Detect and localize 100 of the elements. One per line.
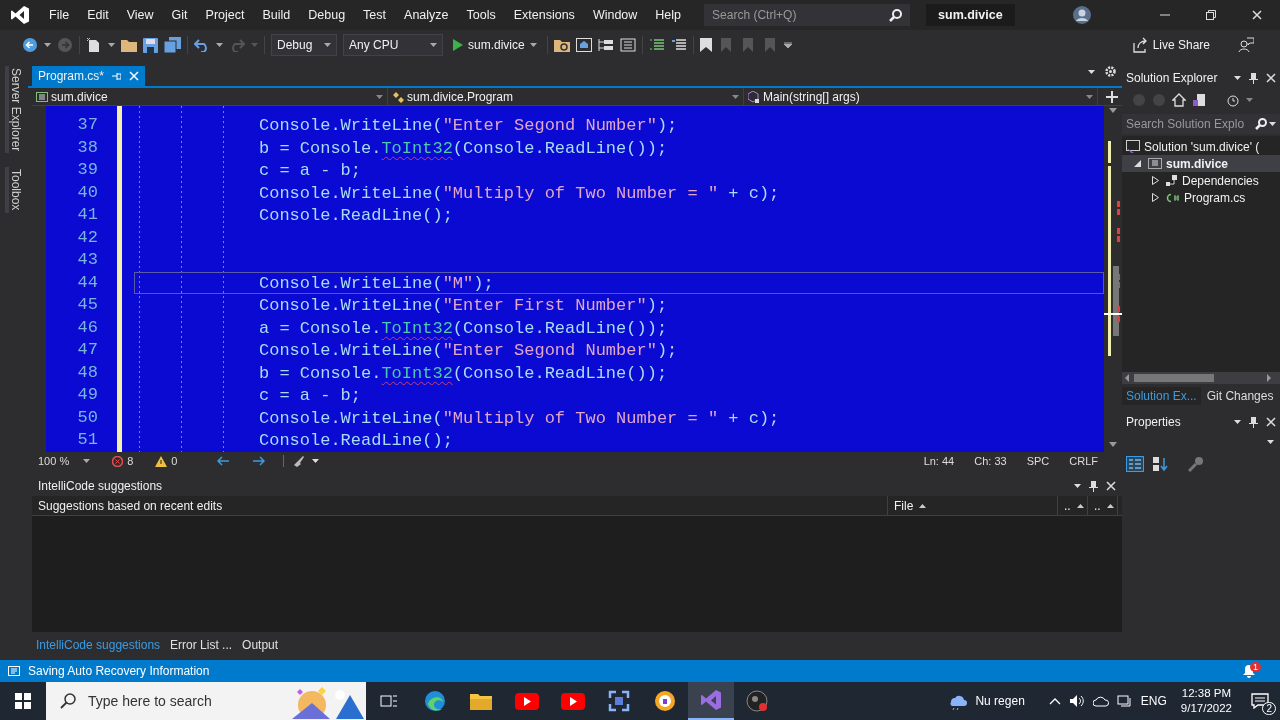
cursor-status[interactable]: Ch: 33 [968, 455, 1013, 467]
caret-icon[interactable] [44, 43, 51, 47]
start-button[interactable]: sum.divice [449, 34, 541, 56]
comment-lines-icon[interactable] [648, 38, 665, 52]
tray-expand-icon[interactable] [1048, 697, 1061, 705]
volume-icon[interactable] [1068, 694, 1085, 708]
overflow-icon[interactable] [783, 42, 792, 48]
expanded-arrow-icon[interactable] [1134, 160, 1141, 167]
save-all-icon[interactable] [164, 37, 181, 53]
menu-item[interactable]: Window [583, 8, 647, 22]
tree-view-icon[interactable] [597, 38, 614, 52]
menu-item[interactable]: Build [253, 8, 300, 22]
column-header[interactable]: .. [1058, 495, 1088, 516]
navigation-dropdown[interactable]: sum.divice [32, 88, 388, 105]
close-icon[interactable] [1266, 417, 1276, 427]
caret-icon[interactable] [430, 43, 437, 47]
close-icon[interactable] [1106, 481, 1116, 491]
clock[interactable]: 12:38 PM 9/17/2022 [1172, 686, 1240, 716]
caret-icon[interactable] [529, 43, 537, 47]
bookmark-icon[interactable] [699, 38, 712, 52]
alphabetical-icon[interactable] [1152, 456, 1168, 472]
restore-icon[interactable] [1206, 10, 1216, 20]
collapsed-arrow-icon[interactable] [1152, 176, 1159, 185]
zoom-dropdown[interactable]: 100 % [32, 455, 76, 467]
configuration-dropdown[interactable]: Debug [271, 34, 337, 56]
warning-count[interactable]: 0 [171, 455, 178, 467]
task-view-icon[interactable] [380, 693, 398, 709]
menu-item[interactable]: Test [354, 8, 396, 22]
caret-icon[interactable] [1234, 420, 1241, 424]
menu-item[interactable]: View [117, 8, 163, 22]
settings-icon[interactable] [1105, 66, 1116, 77]
media-recorder-icon[interactable] [746, 690, 768, 712]
folder-icon[interactable] [470, 692, 492, 710]
weather-text[interactable]: Nu regen [975, 694, 1025, 708]
panel-tab[interactable]: Git Changes [1202, 387, 1278, 405]
windows-logo-icon[interactable] [15, 693, 31, 709]
menu-item[interactable]: Edit [78, 8, 118, 22]
object-dropdown-arrow-icon[interactable] [1267, 440, 1274, 444]
pin-icon[interactable] [1249, 416, 1258, 428]
menu-item[interactable]: Help [646, 8, 691, 22]
pin-icon[interactable] [1249, 72, 1258, 84]
collapse-icon[interactable] [619, 38, 636, 52]
close-icon[interactable] [1252, 10, 1262, 20]
menu-item[interactable]: Extensions [504, 8, 584, 22]
cursor-status[interactable]: Ln: 44 [917, 455, 961, 467]
shield-icon[interactable] [654, 690, 676, 712]
menu-item[interactable]: Project [196, 8, 254, 22]
menu-item[interactable]: Analyze [395, 8, 458, 22]
caret-icon[interactable] [1074, 484, 1081, 488]
menu-item[interactable]: Git [162, 8, 197, 22]
caret-icon[interactable] [312, 459, 320, 463]
pin-icon[interactable] [1089, 480, 1098, 492]
video-play-icon[interactable] [561, 692, 585, 710]
panel-tab[interactable]: Solution Ex... [1122, 387, 1201, 405]
side-tab[interactable]: Toolbox [5, 167, 23, 213]
undo-icon[interactable] [194, 38, 210, 52]
feedback-icon[interactable] [1238, 37, 1254, 53]
home-icon[interactable] [1172, 93, 1186, 107]
column-header[interactable]: Suggestions based on recent edits [32, 495, 888, 516]
cloud-icon[interactable] [1092, 695, 1109, 707]
side-tab[interactable]: Server Explorer [5, 66, 23, 154]
platform-dropdown[interactable]: Any CPU [343, 34, 443, 56]
close-icon[interactable] [1266, 73, 1276, 83]
caret-icon[interactable] [1234, 76, 1241, 80]
column-header[interactable]: .. [1088, 495, 1118, 516]
caret-icon[interactable] [83, 459, 91, 463]
caret-icon[interactable] [324, 43, 331, 47]
menu-item[interactable]: File [40, 8, 79, 22]
cursor-status[interactable]: CRLF [1063, 455, 1104, 467]
menu-item[interactable]: Tools [457, 8, 505, 22]
search-icon[interactable] [1255, 118, 1267, 130]
navigation-dropdown[interactable]: Main(string[] args) [744, 88, 1098, 105]
folder-icon[interactable] [121, 38, 137, 52]
brush-icon[interactable] [292, 455, 305, 467]
live-share-button[interactable]: Live Share [1127, 34, 1214, 56]
cursor-status[interactable]: SPC [1020, 455, 1056, 467]
tree-item[interactable]: sum.divice [1122, 155, 1280, 172]
collapsed-arrow-icon[interactable] [1152, 193, 1159, 202]
browser-icon[interactable] [424, 690, 446, 712]
caret-icon[interactable] [108, 43, 115, 47]
caret-icon[interactable] [1088, 69, 1095, 74]
tree-item[interactable]: Solution 'sum.divice' ( [1122, 138, 1280, 155]
navigation-dropdown[interactable]: sum.divice.Program [388, 88, 744, 105]
screen-capture-icon[interactable] [608, 690, 630, 712]
caret-icon[interactable] [216, 43, 223, 47]
categorized-icon[interactable] [1126, 456, 1144, 472]
search-field[interactable]: Search (Ctrl+Q) [704, 4, 911, 26]
switch-views-icon[interactable] [1192, 93, 1206, 107]
property-pages-icon[interactable] [1188, 456, 1204, 472]
panel-tab[interactable]: Output [238, 638, 283, 652]
network-icon[interactable] [1116, 694, 1133, 708]
panel-tab[interactable]: Error List ... [166, 638, 237, 652]
tree-item[interactable]: Dependencies [1122, 172, 1280, 189]
browser-window-icon[interactable] [575, 38, 592, 52]
caret-icon[interactable] [1269, 122, 1276, 126]
find-in-files-icon[interactable] [553, 38, 570, 52]
user-avatar-icon[interactable] [1072, 5, 1092, 25]
menu-item[interactable]: Debug [299, 8, 355, 22]
new-item-icon[interactable] [86, 37, 102, 53]
history-icon[interactable] [1226, 93, 1240, 107]
